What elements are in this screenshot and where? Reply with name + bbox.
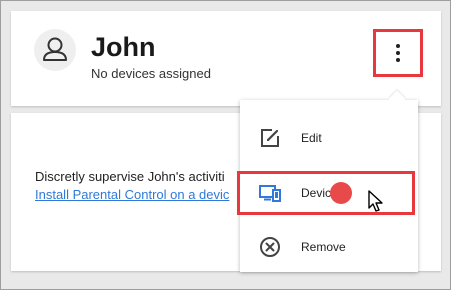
menu-item-remove-label: Remove	[301, 240, 346, 254]
more-options-button[interactable]	[373, 29, 423, 77]
user-avatar-icon	[34, 29, 76, 71]
profile-name: John	[91, 32, 156, 62]
menu-item-remove[interactable]: Remove	[240, 226, 418, 268]
remove-icon	[258, 235, 282, 259]
edit-icon	[258, 126, 282, 150]
devices-icon	[258, 181, 282, 205]
profile-card-header: John No devices assigned	[11, 11, 441, 106]
more-vertical-icon	[396, 44, 400, 62]
options-dropdown-menu: Edit Devices Remove	[237, 90, 418, 272]
click-indicator-dot	[330, 182, 352, 204]
install-parental-control-link[interactable]: Install Parental Control on a devic	[35, 187, 229, 203]
menu-item-edit-label: Edit	[301, 131, 322, 145]
menu-item-devices[interactable]: Devices	[237, 171, 415, 215]
profile-status: No devices assigned	[91, 66, 211, 81]
supervise-message: Discretly supervise John's activiti	[35, 169, 225, 184]
mouse-pointer-icon	[367, 190, 385, 219]
menu-item-edit[interactable]: Edit	[240, 117, 418, 159]
